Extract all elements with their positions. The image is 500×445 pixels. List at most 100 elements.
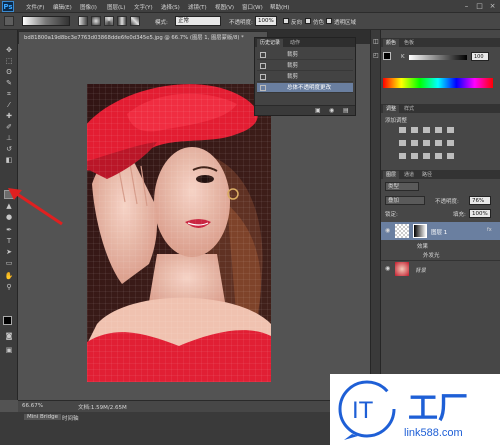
history-panel-icon[interactable]: ◫ <box>373 38 379 45</box>
brush-tool-icon[interactable]: ✐ <box>4 123 14 131</box>
k-channel-label: K <box>401 54 405 60</box>
menu-window[interactable]: 窗口(W) <box>242 3 263 11</box>
menu-help[interactable]: 帮助(H) <box>270 3 289 11</box>
stamp-tool-icon[interactable]: ⊥ <box>4 134 14 142</box>
menu-file[interactable]: 文件(F) <box>26 3 44 11</box>
new-document-icon[interactable]: ▣ <box>315 107 321 114</box>
fx-icon: fx <box>487 227 492 233</box>
menu-image[interactable]: 图像(I) <box>80 3 97 11</box>
red-arrow-annotation <box>8 188 63 226</box>
svg-text:工厂: 工厂 <box>408 391 468 426</box>
site-watermark-logo: IT 工厂 link588.com <box>330 374 500 445</box>
menu-type[interactable]: 文字(Y) <box>134 3 153 11</box>
visibility-eye-icon[interactable]: ◉ <box>385 227 390 234</box>
fill-field[interactable]: 100% <box>469 209 491 218</box>
quick-select-tool-icon[interactable]: ✎ <box>4 79 14 87</box>
color-panel-tabs: 颜色 色板 <box>381 38 500 47</box>
tab-mini-bridge[interactable]: Mini Bridge <box>24 414 61 420</box>
type-tool-icon[interactable]: T <box>4 237 14 245</box>
eyedropper-tool-icon[interactable]: ⁄ <box>4 101 14 109</box>
screen-mode-icon[interactable]: ▣ <box>4 346 14 354</box>
path-select-tool-icon[interactable]: ➤ <box>4 248 14 256</box>
dither-checkbox[interactable] <box>305 18 311 24</box>
pixel-grid-overlay <box>87 84 271 382</box>
zoom-tool-icon[interactable]: ⚲ <box>4 283 14 291</box>
zoom-level[interactable]: 66.67% <box>22 403 43 409</box>
move-tool-icon[interactable]: ✥ <box>4 46 14 54</box>
layer-opacity-field[interactable]: 76% <box>469 196 491 205</box>
document-canvas-photo[interactable] <box>87 84 271 382</box>
tab-timeline[interactable]: 时间轴 <box>62 414 79 422</box>
brush-panel-icon[interactable]: ◰ <box>373 52 379 59</box>
tab-adjustments[interactable]: 调整 <box>383 105 400 113</box>
fill-label: 填充: <box>453 212 466 218</box>
reflected-gradient-icon[interactable] <box>117 16 127 26</box>
history-row[interactable]: 裁剪 <box>257 72 353 82</box>
diamond-gradient-icon[interactable] <box>130 16 140 26</box>
snapshot-camera-icon[interactable]: ◉ <box>329 107 334 114</box>
close-button[interactable]: × <box>488 2 497 10</box>
k-channel-value[interactable]: 100 <box>471 52 489 61</box>
tab-history[interactable]: 历史记录 <box>257 39 284 47</box>
background-thumbnail <box>395 262 409 276</box>
angle-gradient-icon[interactable] <box>104 16 114 26</box>
outer-glow-effect-label[interactable]: 外发光 <box>423 251 440 259</box>
lasso-tool-icon[interactable]: ʘ <box>4 68 14 76</box>
history-brush-tool-icon[interactable]: ↺ <box>4 145 14 153</box>
gradient-tool-icon[interactable] <box>4 16 14 26</box>
opacity-field[interactable]: 100% <box>255 16 277 26</box>
maximize-button[interactable]: □ <box>475 2 484 10</box>
layer-name[interactable]: 图层 1 <box>431 228 447 236</box>
menu-layer[interactable]: 图层(L) <box>107 3 125 11</box>
gradient-preview[interactable] <box>22 16 70 26</box>
crop-tool-icon[interactable]: ⌗ <box>4 90 14 98</box>
history-state-icon <box>260 85 266 91</box>
k-channel-slider[interactable] <box>409 55 467 60</box>
history-row[interactable]: 裁剪 <box>257 61 353 71</box>
reverse-checkbox[interactable] <box>283 18 289 24</box>
layer-mask-thumbnail[interactable] <box>413 224 427 238</box>
history-row[interactable]: 裁剪 <box>257 50 353 60</box>
foreground-color-swatch[interactable] <box>3 316 12 325</box>
minimize-button[interactable]: – <box>462 2 471 10</box>
radial-gradient-icon[interactable] <box>91 16 101 26</box>
layer-filter-select[interactable]: 类型 <box>385 182 419 191</box>
layer-opacity-label: 不透明度: <box>435 199 459 205</box>
hand-tool-icon[interactable]: ✋ <box>4 272 14 280</box>
menu-select[interactable]: 选择(S) <box>161 3 180 11</box>
layer-row-background[interactable]: ◉ 背景 <box>381 260 500 276</box>
transparency-checkbox[interactable] <box>326 18 332 24</box>
adjustment-icons-grid <box>399 126 489 162</box>
tab-channels[interactable]: 通道 <box>401 171 417 179</box>
menu-view[interactable]: 视图(V) <box>215 3 234 11</box>
color-spectrum-bar[interactable] <box>383 78 493 88</box>
tab-styles[interactable]: 样式 <box>401 105 417 113</box>
mode-select[interactable]: 正常 <box>175 16 221 26</box>
trash-icon[interactable]: ▤ <box>343 107 349 114</box>
layer-row-selected[interactable]: ◉ 图层 1 fx <box>381 222 500 240</box>
mode-label: 模式: <box>155 20 168 26</box>
shape-tool-icon[interactable]: ▭ <box>4 259 14 267</box>
healing-tool-icon[interactable]: ✚ <box>4 112 14 120</box>
blend-mode-select[interactable]: 叠加 <box>385 196 425 205</box>
opacity-label: 不透明度: <box>229 20 253 26</box>
tab-layers[interactable]: 图层 <box>383 171 400 179</box>
menu-edit[interactable]: 编辑(E) <box>53 3 72 11</box>
background-layer-name[interactable]: 背景 <box>415 266 426 274</box>
marquee-tool-icon[interactable]: ⬚ <box>4 57 14 65</box>
adjustments-panel-tabs: 调整 样式 <box>381 104 500 113</box>
document-tab[interactable]: bd81800a19d8bc3e7763d03868dde6fe0d345e5.… <box>18 31 268 44</box>
history-row-selected[interactable]: 总体不透明度更改 <box>257 83 353 93</box>
eraser-tool-icon[interactable]: ◧ <box>4 156 14 164</box>
quick-mask-icon[interactable]: ◙ <box>4 332 14 340</box>
tab-actions[interactable]: 动作 <box>287 39 303 47</box>
visibility-eye-icon[interactable]: ◉ <box>385 265 390 272</box>
foreground-color-chip[interactable] <box>383 52 391 60</box>
menu-filter[interactable]: 滤镜(T) <box>188 3 207 11</box>
layer-thumbnail <box>395 224 409 238</box>
linear-gradient-icon[interactable] <box>78 16 88 26</box>
tab-swatches[interactable]: 色板 <box>401 39 417 47</box>
tab-color[interactable]: 颜色 <box>383 39 400 47</box>
tab-paths[interactable]: 路径 <box>419 171 435 179</box>
history-panel-footer: ▣ ◉ ▤ <box>255 105 355 115</box>
